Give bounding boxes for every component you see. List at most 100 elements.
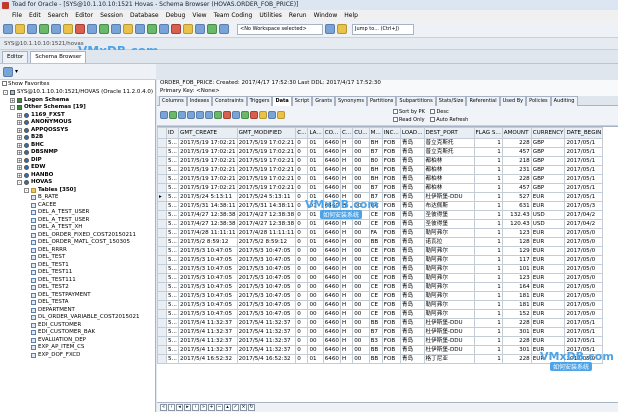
tree-item[interactable]: + BHC xyxy=(17,142,44,150)
table-cell[interactable]: CE xyxy=(368,219,383,229)
row-indicator[interactable] xyxy=(157,165,167,175)
table-cell[interactable]: 2017/5/3 10:47:05 xyxy=(236,309,297,319)
table-cell[interactable]: 6460 xyxy=(322,174,342,184)
table-cell[interactable]: 勒阿弗尔 xyxy=(423,228,475,238)
table-cell[interactable]: H xyxy=(339,273,354,283)
table-cell[interactable]: GBP xyxy=(530,156,566,166)
table-cell[interactable]: 青岛 xyxy=(399,174,425,184)
expand-icon[interactable]: + xyxy=(17,172,22,178)
auto-refresh-checkbox[interactable] xyxy=(430,117,436,122)
table-cell[interactable]: GBP xyxy=(530,138,566,148)
tree-item[interactable]: - Other Schemas [19] xyxy=(10,104,86,112)
table-cell[interactable]: FOB xyxy=(381,138,401,148)
table-cell[interactable]: 0 xyxy=(295,174,309,184)
desc-checkbox[interactable] xyxy=(430,109,436,114)
table-cell[interactable]: 01 xyxy=(307,237,324,247)
table-cell[interactable]: 228 xyxy=(501,174,532,184)
table-cell[interactable]: BB xyxy=(368,354,383,364)
connection-label[interactable]: SYS@10.1.10.10:1521/hovas xyxy=(4,41,84,47)
table-row[interactable]: 5... 2017/5/19 17:02:21 2017/5/19 17:02:21… xyxy=(157,183,604,193)
table-cell[interactable]: 2017/5/3 10:47:05 xyxy=(178,273,238,283)
tab-schema-browser[interactable]: Schema Browser xyxy=(30,51,87,63)
table-row[interactable]: 5... 2017/5/3 10:47:05 2017/5/3 10:47:05 0 0… xyxy=(157,255,604,265)
table-cell[interactable]: CE xyxy=(368,255,383,265)
collapse-icon[interactable]: - xyxy=(24,187,29,193)
table-cell[interactable]: CE xyxy=(368,300,383,310)
edit-record-icon[interactable] xyxy=(232,111,240,119)
table-cell[interactable]: 181 xyxy=(501,300,532,310)
table-cell[interactable]: 0 xyxy=(295,255,309,265)
table-cell[interactable]: FOB xyxy=(381,183,401,193)
table-cell[interactable]: 2017/5/2 8:59:12 xyxy=(178,237,238,247)
table-cell[interactable]: 2017/5/4 11:32:37 xyxy=(178,327,238,337)
table-cell[interactable]: 1 xyxy=(473,318,503,328)
first-record-icon[interactable] xyxy=(178,111,186,119)
table-cell[interactable]: 青岛 xyxy=(399,336,425,346)
table-cell[interactable]: 2017/5/4 11:32:37 xyxy=(236,327,297,337)
help-icon[interactable] xyxy=(219,24,229,34)
table-cell[interactable]: 00 xyxy=(307,264,324,274)
table-cell[interactable]: 2017/05/3 xyxy=(564,201,604,211)
table-cell[interactable]: 00 xyxy=(307,291,324,301)
table-cell[interactable]: 2017/5/3 10:47:05 xyxy=(236,291,297,301)
table-cell[interactable]: GBP xyxy=(530,147,566,157)
tree-item[interactable]: +1169_FXST xyxy=(17,112,65,120)
table-row[interactable]: 5... 2017/5/3 10:47:05 2017/5/3 10:47:05 0 0… xyxy=(157,291,604,301)
table-cell[interactable]: H xyxy=(339,246,354,256)
table-cell[interactable]: 2017/05/0 xyxy=(564,291,604,301)
table-cell[interactable]: 228 xyxy=(501,354,532,364)
table-cell[interactable]: 2017/5/24 5:13:11 xyxy=(236,192,297,202)
table-cell[interactable]: H xyxy=(339,300,354,310)
menu-editor[interactable]: Editor xyxy=(75,12,93,19)
table-cell[interactable]: 5... xyxy=(166,246,179,256)
table-cell[interactable]: 123 xyxy=(501,273,532,283)
table-cell[interactable]: 青岛 xyxy=(399,282,425,292)
column-header[interactable]: ID xyxy=(166,127,179,139)
table-cell[interactable]: 2017/5/24 5:13:11 xyxy=(178,192,238,202)
table-cell[interactable]: 2017/5/3 10:47:05 xyxy=(236,264,297,274)
table-cell[interactable]: 0 xyxy=(295,291,309,301)
table-cell[interactable]: 杜伊斯堡-DDU xyxy=(423,336,475,346)
table-cell[interactable]: 00 xyxy=(352,291,370,301)
table-cell[interactable]: 2017/5/4 11:32:37 xyxy=(178,345,238,355)
options-icon[interactable] xyxy=(135,24,145,34)
table-cell[interactable]: 0 xyxy=(295,264,309,274)
row-indicator[interactable] xyxy=(157,273,167,283)
table-cell[interactable]: 0 xyxy=(295,246,309,256)
table-cell[interactable]: 青岛 xyxy=(399,300,425,310)
table-cell[interactable]: 1 xyxy=(473,138,503,148)
table-cell[interactable]: 6460 xyxy=(322,138,342,148)
table-cell[interactable]: 1 xyxy=(473,147,503,157)
tree-item[interactable]: + DBSNMP xyxy=(17,149,58,157)
row-indicator[interactable] xyxy=(157,309,167,319)
compare-icon[interactable] xyxy=(207,24,217,34)
table-cell[interactable]: 勒阿弗尔 xyxy=(423,255,475,265)
table-cell[interactable]: 00 xyxy=(352,354,370,364)
table-cell[interactable]: 1 xyxy=(473,255,503,265)
tab-editor[interactable]: Editor xyxy=(2,51,29,63)
table-cell[interactable]: CE xyxy=(368,291,383,301)
table-cell[interactable]: 1 xyxy=(473,237,503,247)
team-coding-icon[interactable] xyxy=(183,24,193,34)
table-cell[interactable]: 杜伊斯堡-DDU xyxy=(423,327,475,337)
debug-icon[interactable] xyxy=(171,24,181,34)
tree-item-table[interactable]: DEL_TEST2 xyxy=(31,284,69,292)
table-cell[interactable]: 457 xyxy=(501,183,532,193)
table-cell[interactable]: 1 xyxy=(473,228,503,238)
table-cell[interactable]: 2017/5/3 10:47:05 xyxy=(178,300,238,310)
table-cell[interactable]: 129 xyxy=(501,246,532,256)
tab-auditing[interactable]: Auditing xyxy=(550,96,578,106)
table-cell[interactable]: 00 xyxy=(307,246,324,256)
tree-item-table[interactable]: DEL_RRRR xyxy=(31,247,67,255)
table-cell[interactable]: 2017/5/3 10:47:05 xyxy=(178,255,238,265)
table-cell[interactable]: 勒阿弗尔 xyxy=(423,300,475,310)
table-cell[interactable]: FOB xyxy=(381,210,401,220)
table-cell[interactable]: 青岛 xyxy=(399,291,425,301)
table-cell[interactable]: 圣彼得堡 xyxy=(423,210,475,220)
table-cell[interactable]: 1 xyxy=(473,210,503,220)
menu-window[interactable]: Window xyxy=(314,12,338,19)
table-cell[interactable]: 2017/4/28 11:11:11 xyxy=(236,228,297,238)
schema-browser-icon[interactable] xyxy=(39,24,49,34)
table-cell[interactable]: H xyxy=(339,282,354,292)
table-cell[interactable]: EUR xyxy=(530,228,566,238)
